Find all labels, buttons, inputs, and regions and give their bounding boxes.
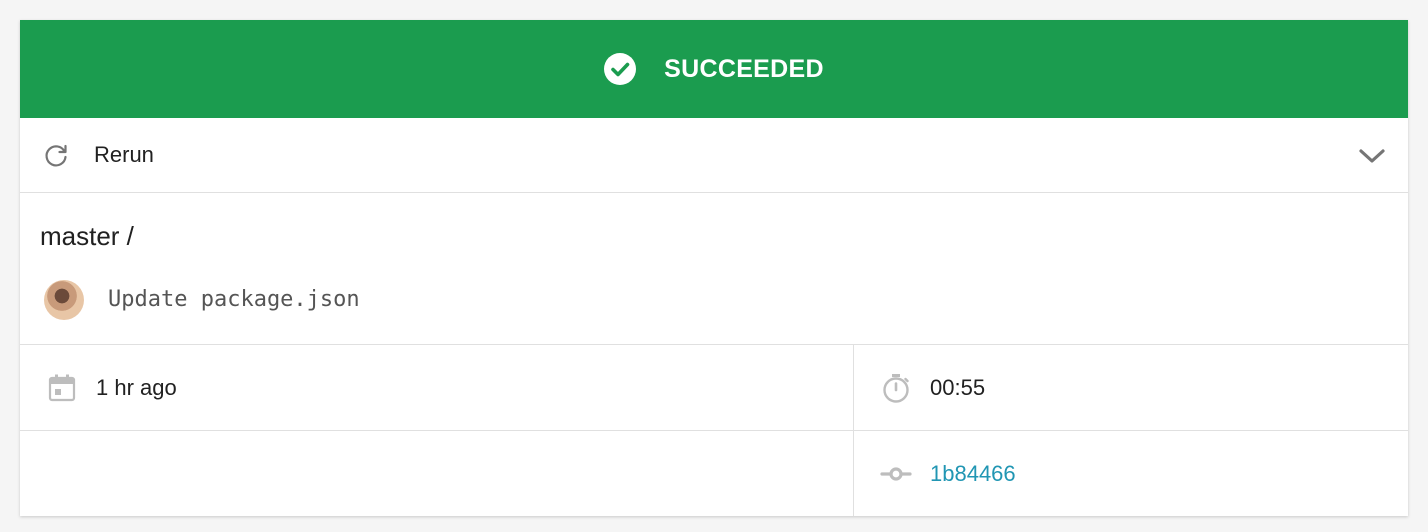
- duration-value: 00:55: [930, 374, 986, 400]
- commit-info: master / Update package.json: [20, 193, 1408, 345]
- status-banner: SUCCEEDED: [20, 20, 1408, 118]
- branch-name: master /: [40, 221, 134, 251]
- info-grid: 1 hr ago 00:55 1b84466: [20, 345, 1408, 516]
- status-label: SUCCEEDED: [664, 54, 824, 83]
- commit-cell: 1b84466: [854, 431, 1408, 516]
- started-cell: 1 hr ago: [20, 345, 854, 431]
- stopwatch-icon: [883, 373, 909, 403]
- commit-icon: [880, 466, 912, 481]
- rerun-label: Rerun: [94, 142, 154, 167]
- check-circle-icon: [604, 53, 637, 85]
- duration-cell: 00:55: [854, 345, 1408, 431]
- calendar-icon: [48, 374, 76, 401]
- started-time: 1 hr ago: [96, 374, 177, 400]
- avatar: [44, 280, 84, 320]
- chevron-down-icon[interactable]: [1358, 142, 1386, 170]
- commit-sha-link[interactable]: 1b84466: [930, 461, 1016, 487]
- commit-message: Update package.json: [108, 287, 360, 312]
- empty-cell: [20, 431, 854, 516]
- refresh-icon: [45, 144, 67, 167]
- rerun-button[interactable]: Rerun: [20, 118, 1408, 193]
- build-card: SUCCEEDED Rerun master / Update package.…: [20, 20, 1408, 516]
